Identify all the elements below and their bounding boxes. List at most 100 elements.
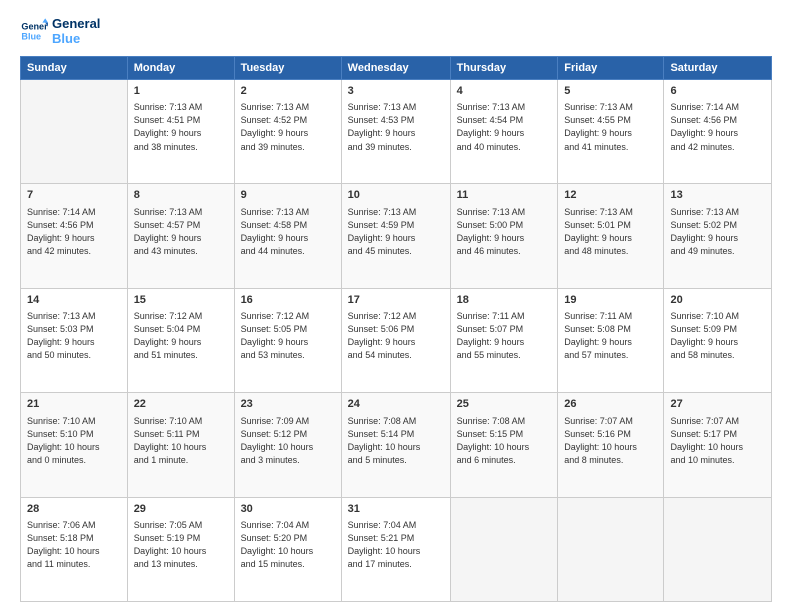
table-row: 19Sunrise: 7:11 AMSunset: 5:08 PMDayligh… [558,288,664,392]
day-info: Sunrise: 7:10 AMSunset: 5:09 PMDaylight:… [670,310,765,362]
day-info: Sunrise: 7:13 AMSunset: 4:52 PMDaylight:… [241,101,335,153]
day-info: Sunrise: 7:04 AMSunset: 5:20 PMDaylight:… [241,519,335,571]
table-row: 13 Sunrise: 7:13 AMSunset: 5:02 PMDayligh… [664,184,772,288]
day-info: Sunrise: 7:13 AMSunset: 4:51 PMDaylight:… [134,101,228,153]
table-row: 14 Sunrise: 7:13 AMSunset: 5:03 PMDayligh… [21,288,128,392]
table-row: 29Sunrise: 7:05 AMSunset: 5:19 PMDayligh… [127,497,234,601]
table-row [558,497,664,601]
table-row: 15 Sunrise: 7:12 AMSunset: 5:04 PMDayligh… [127,288,234,392]
table-row: 27 Sunrise: 7:07 AMSunset: 5:17 PMDayligh… [664,393,772,497]
table-row: 16Sunrise: 7:12 AMSunset: 5:05 PMDayligh… [234,288,341,392]
day-info: Sunrise: 7:04 AMSunset: 5:21 PMDaylight:… [348,519,444,571]
table-row: 11 Sunrise: 7:13 AMSunset: 5:00 PMDayligh… [450,184,558,288]
col-thursday: Thursday [450,57,558,80]
table-row: 6Sunrise: 7:14 AMSunset: 4:56 PMDaylight… [664,80,772,184]
day-info: Sunrise: 7:13 AMSunset: 4:58 PMDaylight:… [241,206,335,258]
day-info: Sunrise: 7:09 AMSunset: 5:12 PMDaylight:… [241,415,335,467]
table-row: 3Sunrise: 7:13 AMSunset: 4:53 PMDaylight… [341,80,450,184]
table-row: 8 Sunrise: 7:13 AMSunset: 4:57 PMDaylight… [127,184,234,288]
day-number: 2 [241,84,335,99]
col-friday: Friday [558,57,664,80]
day-number: 8 [134,188,228,203]
calendar-week-row: 28 Sunrise: 7:06 AMSunset: 5:18 PMDayligh… [21,497,772,601]
day-info: Sunrise: 7:13 AMSunset: 5:02 PMDaylight:… [670,206,765,258]
day-number: 13 [670,188,765,203]
calendar-week-row: 21 Sunrise: 7:10 AMSunset: 5:10 PMDayligh… [21,393,772,497]
day-number: 24 [348,397,444,412]
table-row: 20 Sunrise: 7:10 AMSunset: 5:09 PMDayligh… [664,288,772,392]
day-number: 3 [348,84,444,99]
day-info: Sunrise: 7:07 AMSunset: 5:17 PMDaylight:… [670,415,765,467]
table-row: 10Sunrise: 7:13 AMSunset: 4:59 PMDayligh… [341,184,450,288]
svg-text:Blue: Blue [21,31,41,41]
table-row: 4 Sunrise: 7:13 AMSunset: 4:54 PMDaylight… [450,80,558,184]
day-number: 23 [241,397,335,412]
calendar-table: Sunday Monday Tuesday Wednesday Thursday… [20,56,772,602]
day-number: 27 [670,397,765,412]
day-info: Sunrise: 7:07 AMSunset: 5:16 PMDaylight:… [564,415,657,467]
day-number: 21 [27,397,121,412]
day-info: Sunrise: 7:08 AMSunset: 5:14 PMDaylight:… [348,415,444,467]
day-number: 4 [457,84,552,99]
day-info: Sunrise: 7:06 AMSunset: 5:18 PMDaylight:… [27,519,121,571]
table-row: 1Sunrise: 7:13 AMSunset: 4:51 PMDaylight… [127,80,234,184]
day-number: 20 [670,293,765,308]
day-number: 19 [564,293,657,308]
day-number: 30 [241,502,335,517]
calendar-week-row: 1Sunrise: 7:13 AMSunset: 4:51 PMDaylight… [21,80,772,184]
day-info: Sunrise: 7:13 AMSunset: 5:03 PMDaylight:… [27,310,121,362]
table-row: 9Sunrise: 7:13 AMSunset: 4:58 PMDaylight… [234,184,341,288]
table-row: 26 Sunrise: 7:07 AMSunset: 5:16 PMDayligh… [558,393,664,497]
col-sunday: Sunday [21,57,128,80]
table-row: 2 Sunrise: 7:13 AMSunset: 4:52 PMDaylight… [234,80,341,184]
day-number: 25 [457,397,552,412]
day-info: Sunrise: 7:10 AMSunset: 5:11 PMDaylight:… [134,415,228,467]
table-row: 25Sunrise: 7:08 AMSunset: 5:15 PMDayligh… [450,393,558,497]
col-monday: Monday [127,57,234,80]
day-info: Sunrise: 7:12 AMSunset: 5:05 PMDaylight:… [241,310,335,362]
calendar-week-row: 7Sunrise: 7:14 AMSunset: 4:56 PMDaylight… [21,184,772,288]
day-info: Sunrise: 7:05 AMSunset: 5:19 PMDaylight:… [134,519,228,571]
table-row [664,497,772,601]
day-info: Sunrise: 7:12 AMSunset: 5:06 PMDaylight:… [348,310,444,362]
day-number: 22 [134,397,228,412]
day-number: 5 [564,84,657,99]
day-number: 28 [27,502,121,517]
table-row: 31 Sunrise: 7:04 AMSunset: 5:21 PMDayligh… [341,497,450,601]
day-number: 6 [670,84,765,99]
table-row: 23 Sunrise: 7:09 AMSunset: 5:12 PMDayligh… [234,393,341,497]
header: General Blue General Blue [20,16,772,46]
calendar-week-row: 14 Sunrise: 7:13 AMSunset: 5:03 PMDayligh… [21,288,772,392]
day-number: 12 [564,188,657,203]
logo-icon: General Blue [20,17,48,45]
day-info: Sunrise: 7:13 AMSunset: 4:59 PMDaylight:… [348,206,444,258]
col-wednesday: Wednesday [341,57,450,80]
logo-blue: Blue [52,31,100,46]
col-tuesday: Tuesday [234,57,341,80]
day-number: 31 [348,502,444,517]
day-info: Sunrise: 7:13 AMSunset: 5:00 PMDaylight:… [457,206,552,258]
day-info: Sunrise: 7:11 AMSunset: 5:07 PMDaylight:… [457,310,552,362]
logo: General Blue General Blue [20,16,100,46]
header-row: Sunday Monday Tuesday Wednesday Thursday… [21,57,772,80]
day-number: 17 [348,293,444,308]
table-row [450,497,558,601]
day-info: Sunrise: 7:13 AMSunset: 4:57 PMDaylight:… [134,206,228,258]
table-row: 18Sunrise: 7:11 AMSunset: 5:07 PMDayligh… [450,288,558,392]
day-number: 15 [134,293,228,308]
table-row: 28 Sunrise: 7:06 AMSunset: 5:18 PMDayligh… [21,497,128,601]
table-row: 5Sunrise: 7:13 AMSunset: 4:55 PMDaylight… [558,80,664,184]
table-row: 22 Sunrise: 7:10 AMSunset: 5:11 PMDayligh… [127,393,234,497]
table-row [21,80,128,184]
day-number: 26 [564,397,657,412]
day-number: 14 [27,293,121,308]
svg-text:General: General [21,22,48,32]
table-row: 12Sunrise: 7:13 AMSunset: 5:01 PMDayligh… [558,184,664,288]
day-info: Sunrise: 7:12 AMSunset: 5:04 PMDaylight:… [134,310,228,362]
page: General Blue General Blue Sunday Monday … [0,0,792,612]
day-info: Sunrise: 7:10 AMSunset: 5:10 PMDaylight:… [27,415,121,467]
day-number: 11 [457,188,552,203]
day-info: Sunrise: 7:14 AMSunset: 4:56 PMDaylight:… [27,206,121,258]
day-info: Sunrise: 7:13 AMSunset: 4:54 PMDaylight:… [457,101,552,153]
table-row: 21 Sunrise: 7:10 AMSunset: 5:10 PMDayligh… [21,393,128,497]
